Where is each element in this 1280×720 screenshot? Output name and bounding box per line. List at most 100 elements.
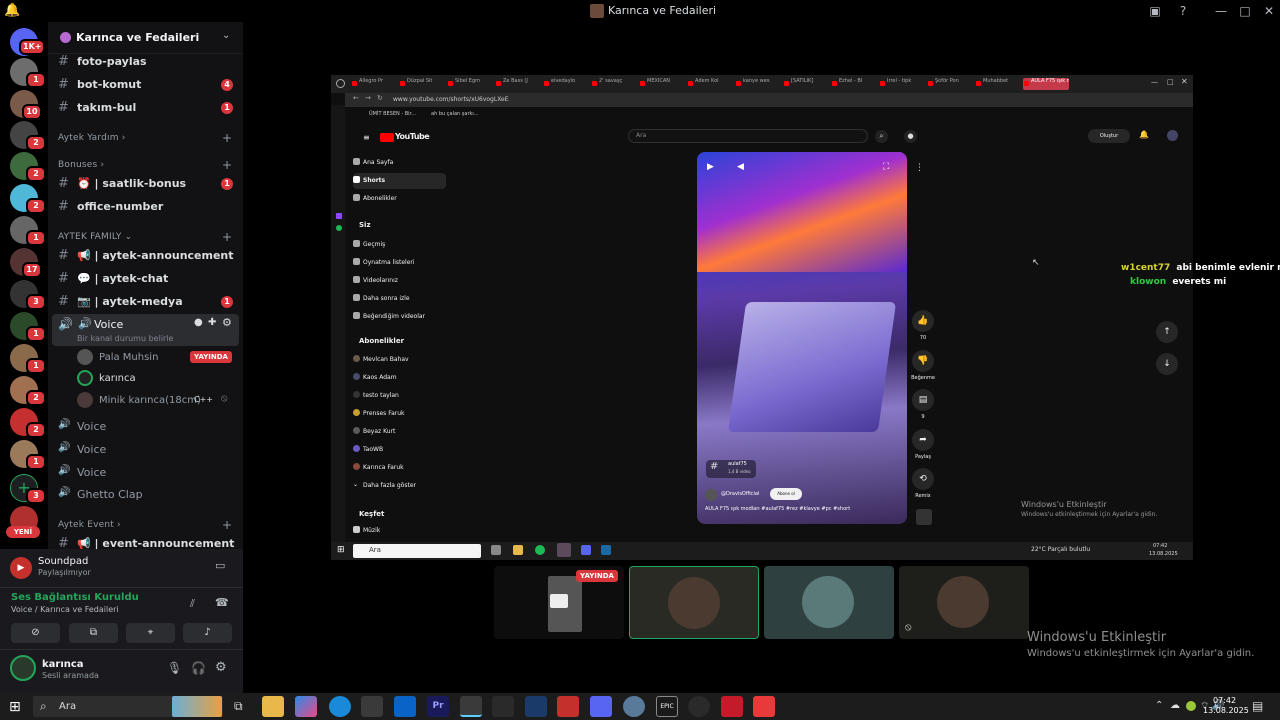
yt-search-input[interactable] <box>628 129 868 143</box>
browser-tab[interactable]: Muhabbet <box>975 78 1021 90</box>
browser-tab[interactable]: Şoför Pon <box>927 78 973 90</box>
explorer-icon[interactable] <box>513 545 523 555</box>
app-icon[interactable] <box>721 696 743 717</box>
account-avatar[interactable] <box>1167 130 1178 141</box>
sub-item[interactable]: Kaos Adam <box>353 373 397 381</box>
close-button[interactable]: ✕ <box>1261 3 1277 19</box>
tray-app-icon[interactable] <box>1186 701 1196 711</box>
discord-icon[interactable] <box>581 545 591 555</box>
channel-item[interactable]: # 📷 | aytek-medya 1 <box>52 292 239 312</box>
user-avatar[interactable] <box>10 655 36 681</box>
nav-subscriptions[interactable]: Abonelikler <box>353 194 397 202</box>
voice-status[interactable]: Bir kanal durumu belirle <box>77 334 173 343</box>
channel-item[interactable]: # foto-paylas <box>52 52 239 72</box>
tray-chevron-icon[interactable]: ⌃ <box>1155 700 1163 711</box>
volume-icon[interactable]: ◀ <box>737 162 744 172</box>
bookmark-item[interactable]: ah bu çalan şarkı... <box>431 111 479 117</box>
stream-view[interactable]: Allegro Pr Düzpal Sit Sibel Egm Ze Bass (J e… <box>331 75 1193 560</box>
browser-maximize[interactable]: □ <box>1167 78 1174 86</box>
sub-item[interactable]: Karınca Faruk <box>353 463 404 471</box>
more-options-icon[interactable]: ⋮ <box>915 163 924 173</box>
comments-button[interactable]: ▤ <box>912 389 934 411</box>
channel-item[interactable]: # 📢 | event-announcement <box>52 534 239 549</box>
browser-tab[interactable]: MEXICAN <box>639 78 685 90</box>
category-bonuses[interactable]: Bonuses › + <box>58 158 232 172</box>
twitch-icon[interactable] <box>336 213 342 219</box>
like-button[interactable]: 👍 <box>912 310 934 332</box>
browser-tab[interactable]: Adem Kol <box>687 78 733 90</box>
show-more[interactable]: ⌄ Daha fazla göster <box>353 481 416 489</box>
headphones-icon[interactable]: 🎧 <box>191 661 206 675</box>
channel-name[interactable]: @DravisOfficial <box>721 491 759 497</box>
browser-tab[interactable]: Ze Bass (J <box>495 78 541 90</box>
spotify-icon[interactable] <box>535 545 545 555</box>
channel-item[interactable]: # office-number <box>52 197 239 217</box>
participant-tile[interactable] <box>764 566 894 639</box>
voice-channel-item[interactable]: 🔊 Voice <box>52 440 239 460</box>
create-button[interactable]: Oluştur <box>1088 129 1130 143</box>
voice-channel-item[interactable]: 🔊 Ghetto Clap <box>52 485 239 505</box>
noise-suppression-icon[interactable]: ⫽ <box>190 597 195 611</box>
add-channel-icon[interactable]: + <box>222 518 232 532</box>
youtube-icon[interactable] <box>557 696 579 717</box>
edge-icon[interactable] <box>329 696 351 717</box>
search-icon[interactable]: ⌕ <box>875 130 888 143</box>
channel-avatar[interactable] <box>705 489 717 501</box>
browser-tab[interactable]: [SATILIK] <box>783 78 829 90</box>
inner-start-icon[interactable]: ⊞ <box>337 545 345 555</box>
voice-channel-active[interactable]: 🔊 🔊 Voice Bir kanal durumu belirle ● ✚ ⚙ <box>52 314 239 346</box>
nav-home[interactable]: Ana Sayfa <box>353 158 393 166</box>
back-icon[interactable]: ← <box>353 94 359 102</box>
steam-icon[interactable] <box>601 545 611 555</box>
remix-button[interactable]: ⟲ <box>912 468 934 490</box>
nav-watch-later[interactable]: Daha sonra izle <box>353 294 410 302</box>
category-aytek-event[interactable]: Aytek Event › + <box>58 518 232 532</box>
gear-icon[interactable]: ⚙ <box>222 316 232 329</box>
browser-tab[interactable]: kanye wes <box>735 78 781 90</box>
cloud-icon[interactable]: ☁ <box>1170 700 1180 711</box>
disconnect-icon[interactable]: ☎ <box>215 596 229 609</box>
clock-time[interactable]: 07:42 <box>1213 696 1236 705</box>
epic-games-icon[interactable]: EPIC <box>656 696 678 717</box>
nav-history[interactable]: Geçmiş <box>353 240 385 248</box>
channel-item[interactable]: # takım-bul 1 <box>52 98 239 118</box>
channel-item[interactable]: # 💬 | aytek-chat <box>52 269 239 289</box>
category-aytek-yardim[interactable]: Aytek Yardım › + <box>58 131 232 145</box>
category-aytek-family[interactable]: AYTEK FAMILY ⌄ + <box>58 230 232 244</box>
screen-share-button[interactable]: ⧉ <box>69 623 118 643</box>
maximize-button[interactable]: □ <box>1237 3 1253 19</box>
browser-tab[interactable]: AULA F75 ışık modu <box>1023 78 1069 90</box>
chat-icon[interactable]: ● <box>194 317 203 328</box>
outlook-icon[interactable] <box>394 696 416 717</box>
notification-icon[interactable]: ▤ <box>1252 699 1263 713</box>
voice-user-name[interactable]: Minik karınca(18cm) <box>99 395 201 406</box>
soundboard-button[interactable]: ♪ <box>183 623 232 643</box>
voice-user-name[interactable]: Pala Muhsin <box>99 352 158 363</box>
previous-short-button[interactable]: ↑ <box>1156 321 1178 343</box>
file-explorer-icon[interactable] <box>262 696 284 717</box>
voice-user-name[interactable]: karınca <box>99 373 136 384</box>
menu-icon[interactable]: ≡ <box>363 133 370 142</box>
add-user-icon[interactable]: ✚ <box>208 317 216 328</box>
server-header[interactable]: Karınca ve Fedaileri ⌄ <box>48 22 243 54</box>
connection-status[interactable]: Ses Bağlantısı Kuruldu <box>11 592 139 603</box>
capcut-icon[interactable] <box>492 696 514 717</box>
nav-your-videos[interactable]: Videolarınız <box>353 276 398 284</box>
start-icon[interactable]: ⊞ <box>9 699 21 715</box>
nav-music[interactable]: Müzik <box>353 526 380 534</box>
participant-tile[interactable] <box>629 566 759 639</box>
minimize-button[interactable]: — <box>1213 3 1229 19</box>
browser-tab[interactable]: 2' savaşç <box>591 78 637 90</box>
next-short-button[interactable]: ↓ <box>1156 353 1178 375</box>
voice-channel-item[interactable]: 🔊 Voice <box>52 463 239 483</box>
stream-tile[interactable]: YAYINDA <box>494 566 624 639</box>
reload-icon[interactable]: ↻ <box>377 94 383 102</box>
browser-tab[interactable]: Sibel Egm <box>447 78 493 90</box>
fullscreen-icon[interactable]: ⛶ <box>883 162 889 172</box>
nav-liked[interactable]: Beğendiğim videolar <box>353 312 425 320</box>
you-heading[interactable]: Siz <box>359 221 371 229</box>
channel-item[interactable]: # ⏰ | saatlik-bonus 1 <box>52 174 239 194</box>
share-screen-icon[interactable]: ▭ <box>215 559 225 572</box>
browser-tab[interactable]: Allegro Pr <box>351 78 397 90</box>
browser-tab[interactable]: İrrel - tipk <box>879 78 925 90</box>
